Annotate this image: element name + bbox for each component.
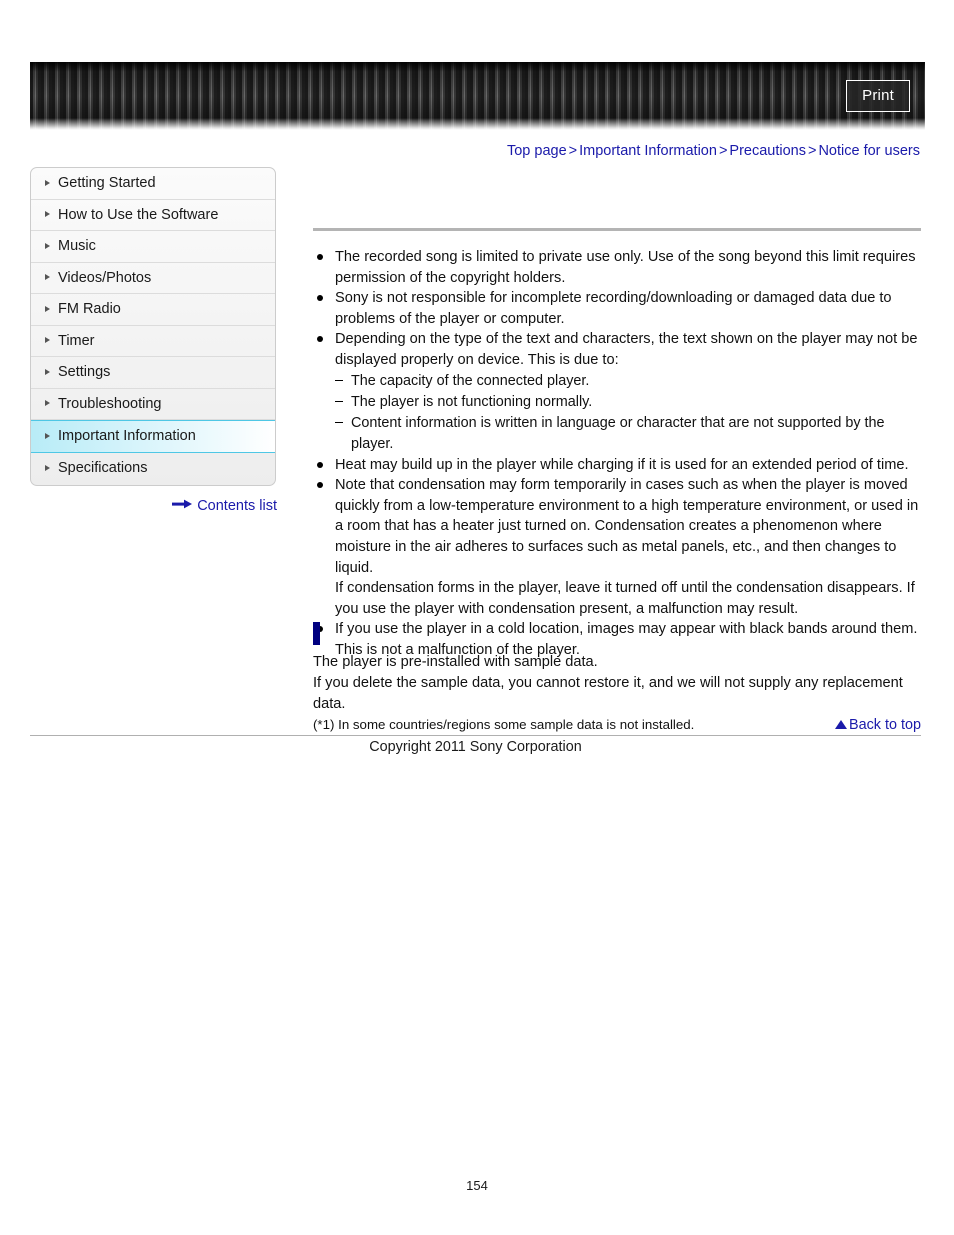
sub-list-item: The player is not functioning normally. <box>335 392 921 413</box>
breadcrumb-separator: > <box>718 143 728 159</box>
sidebar-item-label: Important Information <box>58 428 196 444</box>
sidebar-item-label: Settings <box>58 364 111 380</box>
chevron-right-icon <box>45 274 50 281</box>
sidebar-item-label: Specifications <box>58 460 148 476</box>
sidebar-item-troubleshooting[interactable]: Troubleshooting <box>31 389 275 420</box>
print-button[interactable]: Print <box>846 80 910 112</box>
list-item: Sony is not responsible for incomplete r… <box>313 288 921 329</box>
chevron-right-icon <box>45 211 50 218</box>
sidebar-item-label: How to Use the Software <box>58 206 219 223</box>
breadcrumb-separator: > <box>807 143 817 159</box>
content-divider <box>313 228 921 231</box>
breadcrumb-separator: > <box>568 143 578 159</box>
sidebar-item-timer[interactable]: Timer <box>31 326 275 357</box>
list-item-continuation: If condensation forms in the player, lea… <box>335 580 915 617</box>
dash-icon <box>335 400 343 402</box>
contents-list-label: Contents list <box>197 498 277 514</box>
chevron-right-icon <box>45 368 50 375</box>
chevron-right-icon <box>45 305 50 312</box>
sidebar-item-getting-started[interactable]: Getting Started <box>31 168 275 200</box>
sample-data-line-1: The player is pre-installed with sample … <box>313 654 598 670</box>
breadcrumb-item-notice-for-users[interactable]: Notice for users <box>818 143 920 159</box>
page-number: 154 <box>466 1178 488 1193</box>
header-banner: Print <box>30 62 925 130</box>
sidebar-item-label: Timer <box>58 332 95 349</box>
sidebar-item-label: Getting Started <box>58 175 156 191</box>
back-to-top-label: Back to top <box>849 717 921 733</box>
list-item-text: Note that condensation may form temporar… <box>335 477 919 576</box>
dash-icon <box>335 379 343 381</box>
bullet-icon <box>317 461 323 468</box>
arrow-right-icon <box>172 497 193 513</box>
back-to-top-link[interactable]: Back to top <box>313 717 921 733</box>
footer-divider <box>30 735 921 736</box>
sidebar-item-important-information[interactable]: Important Information <box>31 420 275 453</box>
sub-list-item-text: Content information is written in langua… <box>351 414 885 452</box>
list-item-text: Heat may build up in the player while ch… <box>335 456 909 473</box>
bullet-icon <box>317 254 323 260</box>
triangle-up-icon <box>835 719 847 729</box>
bullet-icon <box>317 295 323 302</box>
contents-list-link[interactable]: Contents list <box>30 498 277 514</box>
copyright-text: Copyright 2011 Sony Corporation <box>369 739 582 755</box>
list-item: Note that condensation may form temporar… <box>313 475 921 619</box>
breadcrumb-item-top-page[interactable]: Top page <box>507 143 567 159</box>
main-content: The recorded song is limited to private … <box>313 190 921 661</box>
sidebar-item-fm-radio[interactable]: FM Radio <box>31 294 275 326</box>
list-item-text: Sony is not responsible for incomplete r… <box>335 290 892 327</box>
sidebar-navigation: Getting Started How to Use the Software … <box>30 167 276 486</box>
sidebar-item-specifications[interactable]: Specifications <box>31 453 275 485</box>
sidebar-item-label: Music <box>58 238 96 254</box>
list-item: Depending on the type of the text and ch… <box>313 329 921 454</box>
sub-list-item: The capacity of the connected player. <box>335 371 921 392</box>
sidebar-item-music[interactable]: Music <box>31 231 275 263</box>
list-item-text: Depending on the type of the text and ch… <box>335 331 918 368</box>
precautions-bullet-list: The recorded song is limited to private … <box>313 247 921 661</box>
breadcrumb: Top page > Important Information > Precautio… <box>310 143 920 159</box>
chevron-right-icon <box>45 433 50 439</box>
sidebar-item-settings[interactable]: Settings <box>31 357 275 389</box>
sub-list: The capacity of the connected player. Th… <box>335 371 921 455</box>
sub-list-item-text: The player is not functioning normally. <box>351 393 593 410</box>
list-item: Heat may build up in the player while ch… <box>313 455 921 476</box>
bullet-icon <box>317 336 323 343</box>
sub-list-item: Content information is written in langua… <box>335 413 921 455</box>
sidebar-item-label: FM Radio <box>58 301 121 317</box>
breadcrumb-item-precautions[interactable]: Precautions <box>729 143 806 159</box>
dash-icon <box>335 421 343 423</box>
chevron-right-icon <box>45 465 50 472</box>
sub-list-item-text: The capacity of the connected player. <box>351 372 590 389</box>
chevron-right-icon <box>45 400 50 407</box>
list-item-text: The recorded song is limited to private … <box>335 249 916 286</box>
section-heading-marker <box>313 622 320 645</box>
breadcrumb-item-important-information[interactable]: Important Information <box>579 143 717 159</box>
sidebar-item-videos-photos[interactable]: Videos/Photos <box>31 263 275 294</box>
sample-data-line-2: If you delete the sample data, you canno… <box>313 675 903 712</box>
sidebar-item-label: Troubleshooting <box>58 395 162 412</box>
list-item: The recorded song is limited to private … <box>313 247 921 288</box>
bullet-icon <box>317 482 323 489</box>
sidebar-item-label: Videos/Photos <box>58 269 152 286</box>
sidebar-item-how-to-use-the-software[interactable]: How to Use the Software <box>31 200 275 231</box>
chevron-right-icon <box>45 179 50 186</box>
chevron-right-icon <box>45 242 50 249</box>
chevron-right-icon <box>45 337 50 344</box>
